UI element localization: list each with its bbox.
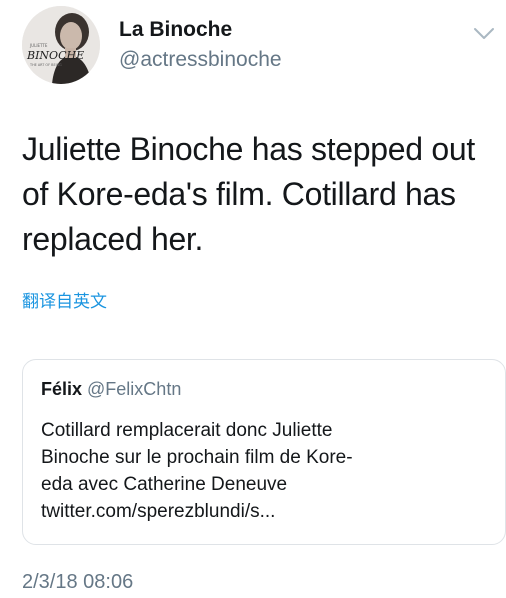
translate-link[interactable]: 翻译自英文 [22,291,107,313]
quoted-text-line: eda avec Catherine Deneuve [41,474,288,495]
quoted-author-name: Félix [41,379,83,399]
tweet-timestamp[interactable]: 2/3/18 08:06 [22,570,133,594]
avatar-logo-main: BINOCHE [26,49,84,62]
author-display-name[interactable]: La Binoche [119,18,282,42]
profile-photo: JULIETTE BINOCHE THE ART OF BEING [22,6,100,84]
author-handle[interactable]: @actressbinoche [119,48,282,72]
quoted-tweet-text: Cotillard remplacerait donc Juliette Bin… [41,417,461,525]
quoted-author-handle: @FelixChtn [87,379,182,399]
tweet-text-line: replaced her. [22,221,204,257]
avatar-logo-small: JULIETTE [29,43,48,48]
chevron-down-icon[interactable] [472,26,496,42]
author-block[interactable]: La Binoche @actressbinoche [119,18,282,72]
quoted-text-line: Binoche sur le prochain film de Kore- [41,447,353,468]
quoted-tweet-header: Félix @FelixChtn [41,378,181,400]
quoted-text-link[interactable]: twitter.com/sperezblundi/s... [41,498,461,525]
avatar[interactable]: JULIETTE BINOCHE THE ART OF BEING [22,6,100,84]
avatar-logo-sub: THE ART OF BEING [29,63,62,67]
quoted-text-line: Cotillard remplacerait donc Juliette [41,420,333,441]
tweet-text: Juliette Binoche has stepped out of Kore… [22,127,502,262]
quoted-tweet[interactable]: Félix @FelixChtn Cotillard remplacerait d… [22,359,506,545]
tweet-text-line: Juliette Binoche has stepped out [22,131,475,167]
tweet-text-line: of Kore-eda's film. Cotillard has [22,176,456,212]
